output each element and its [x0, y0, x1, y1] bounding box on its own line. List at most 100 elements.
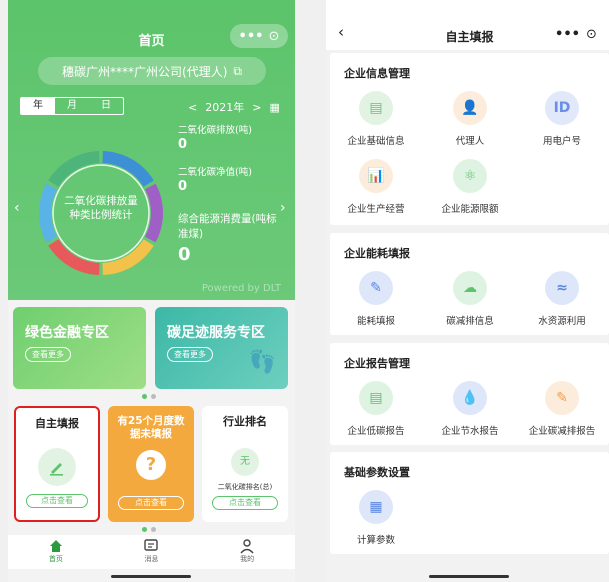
tab-label: 消息	[144, 555, 159, 563]
calendar-icon[interactable]: ▦	[269, 101, 279, 114]
tab-year[interactable]: 年	[21, 98, 55, 114]
donut-segment	[102, 151, 154, 187]
icon-glyph: ✎	[556, 390, 568, 406]
card-pager	[142, 527, 156, 532]
pager-dot	[142, 527, 147, 532]
item-label: 碳减排信息	[446, 316, 494, 327]
view-button[interactable]: 点击查看	[118, 496, 184, 510]
grid-item[interactable]: ☁ 碳减排信息	[428, 271, 512, 327]
nav-bar: ‹ 自主填报 ••• ⊙	[326, 0, 609, 50]
home-screen: 首页 ••• ⊙ 穗碳广州****广州公司(代理人) ⧉ 年 月 日 < 202…	[8, 0, 295, 582]
icon-glyph: ▦	[369, 499, 383, 515]
mini-program-capsule: ••• ⊙	[230, 24, 288, 48]
pager-dot	[151, 527, 156, 532]
calculator-icon: ▦	[359, 490, 393, 524]
tab-month[interactable]: 月	[55, 98, 89, 114]
item-label: 企业能源限额	[441, 204, 499, 215]
tab-home[interactable]: 首页	[48, 535, 64, 569]
more-icon[interactable]: •••	[239, 30, 264, 43]
tab-profile[interactable]: 我的	[239, 535, 255, 569]
report-edit-icon: ✎	[545, 381, 579, 415]
mini-program-capsule: ••• ⊙	[546, 22, 606, 46]
year-value: 2021年	[205, 101, 245, 114]
company-selector[interactable]: 穗碳广州****广州公司(代理人) ⧉	[38, 57, 266, 85]
icon-glyph: ID	[553, 100, 571, 116]
icon-glyph: 💧	[461, 390, 479, 406]
stat-value-co2-net: 0	[178, 179, 188, 194]
self-report-card[interactable]: 自主填报 点击查看	[14, 406, 100, 522]
tab-bar: 首页 消息 我的	[8, 535, 295, 569]
cloud-icon: ☁	[453, 271, 487, 305]
banner-title: 碳足迹服务专区	[167, 325, 265, 341]
chevron-left-icon[interactable]: ‹	[14, 200, 20, 216]
water-icon: ≈	[545, 271, 579, 305]
section-card: 企业能耗填报 ✎ 能耗填报 ☁ 碳减排信息 ≈ 水资源利用	[330, 233, 609, 335]
grid-item[interactable]: 👤 代理人	[428, 91, 512, 147]
green-finance-banner[interactable]: 绿色金融专区 查看更多	[13, 307, 146, 389]
next-year-icon[interactable]: >	[252, 101, 261, 114]
icon-glyph: ☁	[463, 280, 477, 296]
chart-icon: 📊	[359, 159, 393, 193]
agent-icon: 👤	[453, 91, 487, 125]
grid-item[interactable]: ▤ 企业低碳报告	[334, 381, 418, 437]
donut-segment	[102, 239, 154, 275]
carbon-footprint-banner[interactable]: 碳足迹服务专区 查看更多 👣	[155, 307, 288, 389]
stat-value-co2-emission: 0	[178, 137, 188, 152]
ranking-card[interactable]: 行业排名 无 二氧化碳排名(总) 点击查看	[202, 406, 288, 522]
tab-messages[interactable]: 消息	[143, 535, 159, 569]
item-label: 企业生产经营	[347, 204, 405, 215]
card-title: 有25个月度数据未填报	[117, 415, 185, 440]
ranking-subtitle: 二氧化碳排名(总)	[217, 483, 273, 491]
more-icon[interactable]: •••	[555, 28, 580, 41]
grid-item[interactable]: ✎ 企业碳减排报告	[520, 381, 604, 437]
view-more-button[interactable]: 查看更多	[167, 347, 213, 362]
grid-item[interactable]: 📊 企业生产经营	[334, 159, 418, 215]
grid-item[interactable]: ID 用电户号	[520, 91, 604, 147]
icon-glyph: ✎	[370, 280, 382, 296]
stat-value-energy: 0	[178, 244, 191, 265]
close-icon[interactable]: ⊙	[586, 28, 597, 41]
grid-item[interactable]: ⚛ 企业能源限额	[428, 159, 512, 215]
item-label: 代理人	[455, 136, 485, 147]
id-icon: ID	[545, 91, 579, 125]
switch-icon: ⧉	[233, 63, 242, 78]
company-name: 穗碳广州****广州公司(代理人)	[62, 64, 228, 79]
unreported-card[interactable]: 有25个月度数据未填报 ? 点击查看	[108, 406, 194, 522]
icon-glyph: 👤	[461, 100, 479, 116]
icon-glyph: ▤	[369, 100, 383, 116]
view-button[interactable]: 点击查看	[212, 496, 278, 510]
prev-year-icon[interactable]: <	[188, 101, 197, 114]
view-more-button[interactable]: 查看更多	[25, 347, 71, 362]
section-card: 企业报告管理 ▤ 企业低碳报告 💧 企业节水报告 ✎ 企业碳减排报告	[330, 343, 609, 445]
stat-label-energy: 综合能源消费量(吨标准煤)	[178, 213, 277, 240]
icon-glyph: 📊	[367, 168, 385, 184]
tab-label: 首页	[48, 555, 63, 563]
period-tabs: 年 月 日	[20, 97, 124, 115]
grid-item[interactable]: ▤ 企业基础信息	[334, 91, 418, 147]
message-icon	[144, 539, 159, 551]
tab-day[interactable]: 日	[89, 98, 123, 114]
section-card: 基础参数设置 ▦ 计算参数	[330, 452, 609, 554]
grid-item[interactable]: 💧 企业节水报告	[428, 381, 512, 437]
donut-segment	[48, 151, 100, 187]
close-icon[interactable]: ⊙	[269, 30, 280, 43]
banner-pager	[142, 394, 156, 399]
view-button[interactable]: 点击查看	[26, 494, 88, 508]
self-report-screen: ‹ 自主填报 ••• ⊙ 企业信息管理 ▤ 企业基础信息 👤 代理人 ID 用电户号 📊 企业生…	[326, 0, 609, 582]
home-icon	[49, 540, 62, 552]
pager-dot	[142, 394, 147, 399]
user-icon	[240, 539, 254, 554]
item-label: 企业基础信息	[347, 136, 405, 147]
grid-item[interactable]: ▦ 计算参数	[334, 490, 418, 546]
donut-segment	[48, 239, 100, 275]
item-label: 企业低碳报告	[347, 426, 405, 437]
pen-icon	[38, 448, 76, 486]
icon-glyph: ≈	[556, 280, 568, 296]
item-label: 水资源利用	[538, 316, 586, 327]
footprint-icon: 👣	[248, 350, 276, 375]
grid-item[interactable]: ≈ 水资源利用	[520, 271, 604, 327]
home-indicator	[111, 575, 191, 578]
grid-item[interactable]: ✎ 能耗填报	[334, 271, 418, 327]
section-title: 基础参数设置	[344, 466, 410, 479]
item-label: 能耗填报	[356, 316, 395, 327]
